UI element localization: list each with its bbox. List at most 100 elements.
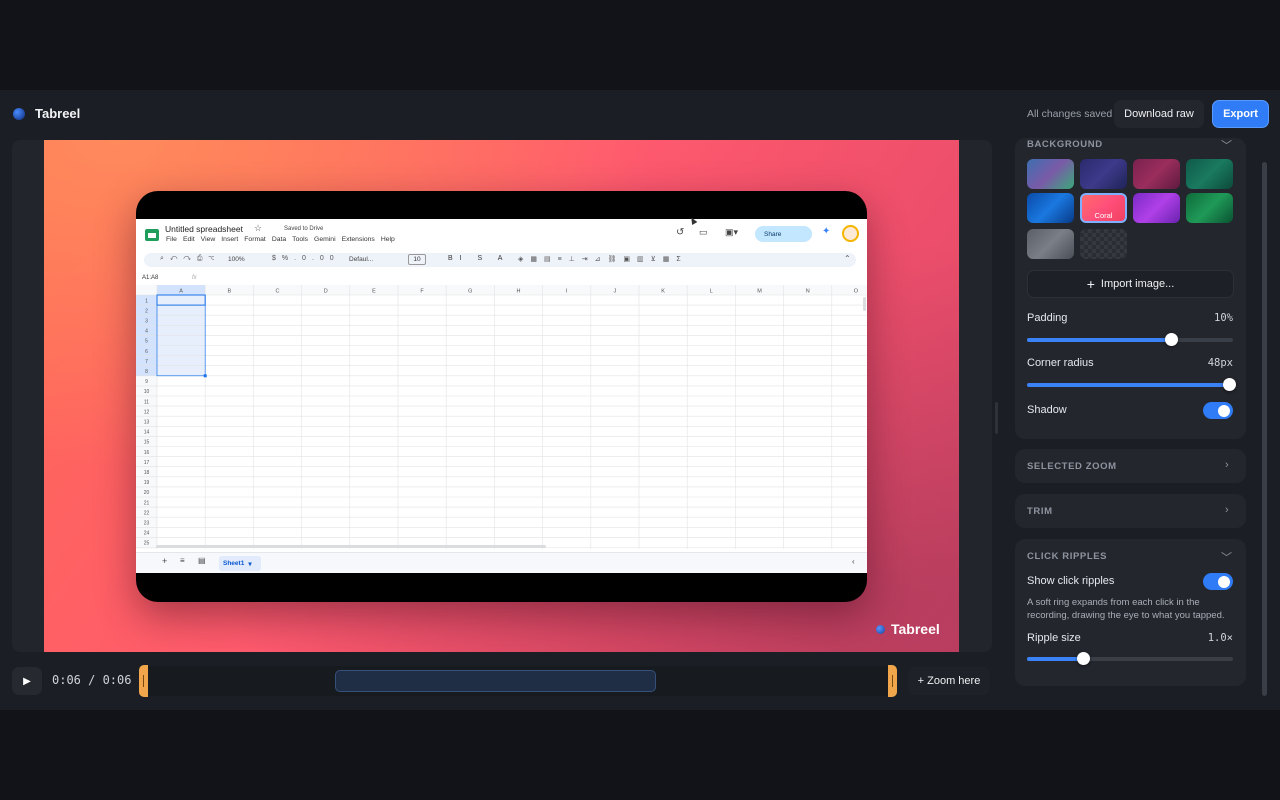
text-style-icons: BI S A xyxy=(448,255,510,262)
row-header: 24 xyxy=(144,531,150,537)
toolbar-icons-right: ◈▦▤≡⊥⇥⊿⛓▣▥⊻▦Σ xyxy=(518,256,688,263)
background-canvas: Untitled spreadsheet ☆ Saved to Drive Fi… xyxy=(44,140,959,652)
row-header: 12 xyxy=(144,409,150,415)
row-header: 21 xyxy=(144,500,150,506)
swatch-selected-label: Coral xyxy=(1094,211,1113,220)
corner-radius-slider[interactable] xyxy=(1027,378,1236,391)
ripple-size-slider[interactable] xyxy=(1027,652,1233,665)
sheets-logo-icon xyxy=(145,229,159,241)
panel-resize-handle[interactable] xyxy=(995,402,998,434)
cell-grid: A B C D E F G H I J K L M N O1234567891011121314151617… xyxy=(136,285,867,549)
all-sheets-icon: ≡ xyxy=(180,556,185,565)
padding-slider[interactable] xyxy=(1027,333,1233,346)
doc-menu-item: Insert xyxy=(221,236,239,243)
row-header: 3 xyxy=(145,319,148,325)
column-header: G xyxy=(468,289,472,295)
shadow-label: Shadow xyxy=(1027,404,1067,416)
row-header: 14 xyxy=(144,430,150,436)
row-header: 1 xyxy=(145,298,148,304)
zoom-segment[interactable] xyxy=(335,670,656,692)
fx-label: fx xyxy=(192,275,197,281)
show-ripples-toggle[interactable] xyxy=(1203,573,1233,590)
row-header: 25 xyxy=(144,541,150,547)
avatar xyxy=(842,225,859,242)
column-header: A xyxy=(179,289,183,295)
chevron-down-icon[interactable]: ﹀ xyxy=(1221,137,1232,153)
background-section-title: BACKGROUND xyxy=(1027,139,1103,150)
chevron-down-icon[interactable]: ﹀ xyxy=(1221,549,1232,565)
sheet-tab-label: Sheet1 xyxy=(223,560,245,567)
sheet-menu-icon: ▤ xyxy=(198,556,206,565)
row-header: 13 xyxy=(144,420,150,426)
column-header: K xyxy=(661,289,665,295)
swatch-ocean[interactable] xyxy=(1027,193,1074,223)
swatch-violet[interactable] xyxy=(1133,193,1180,223)
import-image-label: Import image... xyxy=(1100,278,1175,290)
doc-menu-item: Format xyxy=(244,236,266,243)
swatch-graphite[interactable] xyxy=(1027,229,1074,259)
watermark-text: Tabreel xyxy=(891,621,940,637)
play-icon: ▶ xyxy=(23,675,31,687)
top-bar: Tabreel All changes saved Download raw E… xyxy=(0,90,1280,138)
swatch-indigo[interactable] xyxy=(1080,159,1127,189)
column-header: C xyxy=(276,289,280,295)
export-button[interactable]: Export xyxy=(1212,100,1269,128)
trim-start-handle[interactable] xyxy=(139,665,148,697)
doc-menu-item: Tools xyxy=(292,236,309,243)
panel-scrollbar[interactable] xyxy=(1262,162,1267,696)
comment-icon: ▭ xyxy=(699,227,708,237)
ripples-description: A soft ring expands from each click in t… xyxy=(1027,597,1225,621)
gemini-icon: ✦ xyxy=(822,226,831,237)
download-raw-button[interactable]: Download raw xyxy=(1114,100,1204,128)
row-header: 11 xyxy=(144,399,149,405)
play-button[interactable]: ▶ xyxy=(12,667,42,695)
preview-stage: Untitled spreadsheet ☆ Saved to Drive Fi… xyxy=(12,140,992,652)
star-icon: ☆ xyxy=(254,223,263,233)
swatch-coral[interactable]: Coral xyxy=(1080,193,1127,223)
row-header: 7 xyxy=(145,359,148,365)
shadow-toggle[interactable] xyxy=(1203,402,1233,419)
column-header: N xyxy=(806,289,810,295)
selected-zoom-title: SELECTED ZOOM xyxy=(1027,461,1117,472)
zoom-here-button[interactable]: + Zoom here xyxy=(908,667,990,695)
column-header: E xyxy=(372,289,376,295)
doc-menu-item: File xyxy=(166,236,177,243)
row-header: 17 xyxy=(144,460,150,466)
swatch-wine[interactable] xyxy=(1133,159,1180,189)
recording-frame: Untitled spreadsheet ☆ Saved to Drive Fi… xyxy=(136,191,867,602)
watermark: Tabreel xyxy=(876,621,940,637)
trim-end-handle[interactable] xyxy=(888,665,897,697)
corner-radius-value: 48px xyxy=(1207,357,1233,369)
ripple-size-label: Ripple size xyxy=(1027,632,1081,644)
doc-menu-item: Edit xyxy=(182,236,195,243)
recorded-spreadsheet: Untitled spreadsheet ☆ Saved to Drive Fi… xyxy=(136,219,867,573)
chevron-right-icon: › xyxy=(1225,459,1229,471)
swatch-transparent[interactable] xyxy=(1080,229,1127,259)
swatch-aurora[interactable] xyxy=(1027,159,1074,189)
doc-menu-item: Help xyxy=(380,236,395,243)
plus-icon: + xyxy=(1086,276,1095,292)
swatch-emerald[interactable] xyxy=(1186,159,1233,189)
import-image-button[interactable]: + Import image... xyxy=(1027,270,1234,298)
collapse-icon: ⌃ xyxy=(844,254,851,263)
row-header: 2 xyxy=(145,308,148,314)
swatch-forest[interactable] xyxy=(1186,193,1233,223)
app-title: Tabreel xyxy=(35,106,81,121)
font-size: 10 xyxy=(408,254,426,265)
vertical-scrollbar xyxy=(863,297,866,311)
share-button: Share xyxy=(755,226,812,242)
column-header: L xyxy=(710,289,713,295)
column-header: M xyxy=(757,289,762,295)
corner-radius-label: Corner radius xyxy=(1027,357,1094,369)
playback-time: 0:06 / 0:06 xyxy=(52,673,132,687)
row-header: 10 xyxy=(144,389,150,395)
font-name: Defaul... xyxy=(349,256,374,263)
sheet-tab: Sheet1 ▾ xyxy=(219,556,261,571)
row-header: 8 xyxy=(145,369,148,375)
row-header: 16 xyxy=(144,450,150,456)
fill-handle xyxy=(203,374,207,378)
row-header: 23 xyxy=(144,521,150,527)
row-header: 4 xyxy=(145,329,148,335)
meet-icon: ▣▾ xyxy=(725,227,739,237)
row-header: 5 xyxy=(145,339,148,345)
